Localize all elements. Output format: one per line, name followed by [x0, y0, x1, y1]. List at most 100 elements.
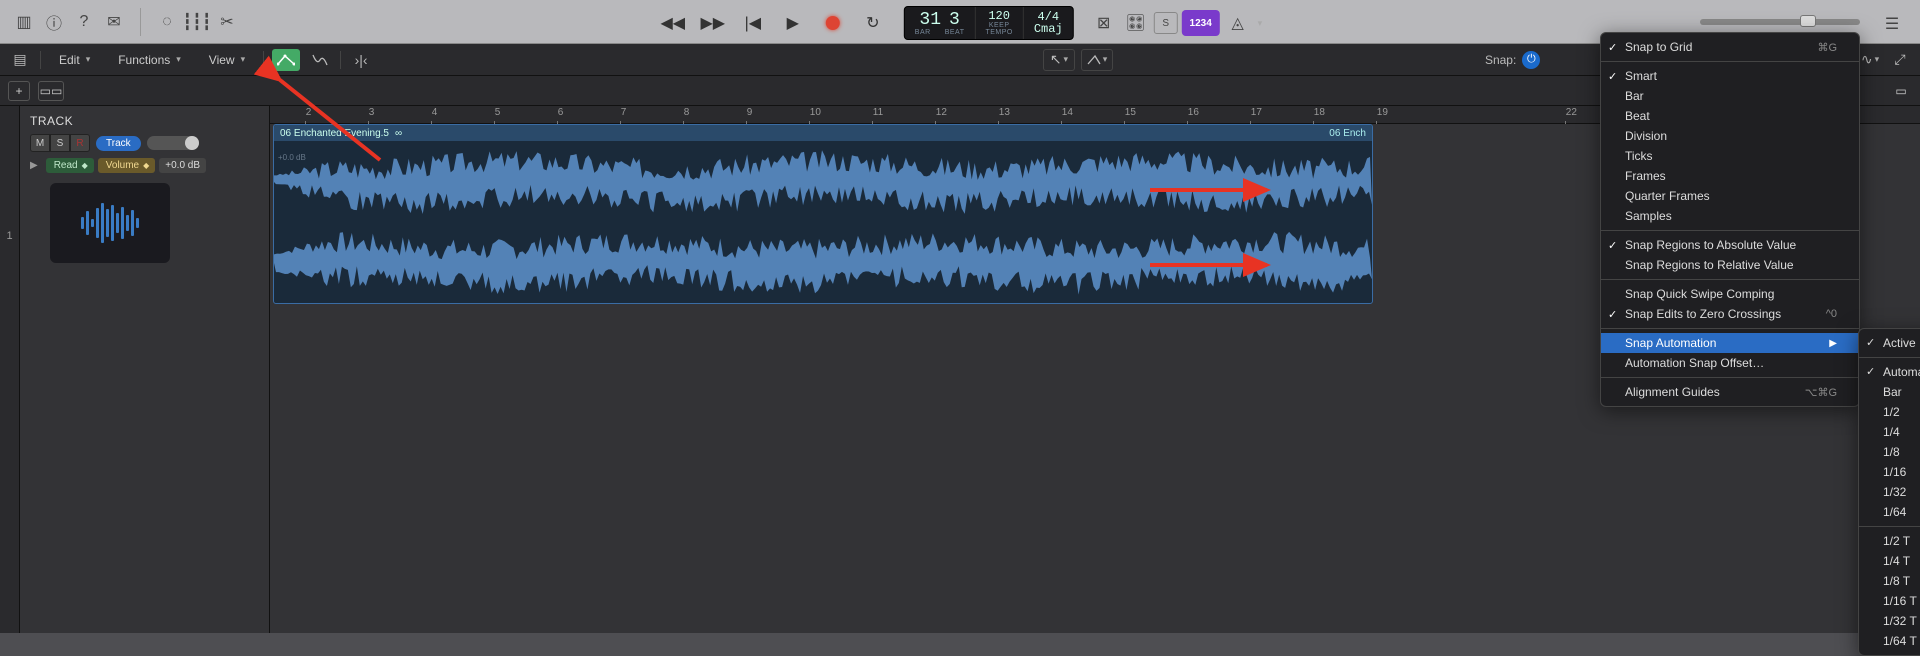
tuner-icon[interactable]: 🎛 — [1122, 9, 1150, 37]
metronome-2-icon[interactable]: ◬ — [1224, 9, 1252, 37]
submenu-item[interactable]: Bar — [1859, 382, 1920, 402]
catch-icon[interactable]: ›|‹ — [349, 49, 373, 71]
snap-menu[interactable]: Snap to Grid⌘G SmartBarBeatDivisionTicksF… — [1600, 32, 1860, 407]
submenu-item[interactable]: 1/16 T — [1859, 591, 1920, 611]
automation-toggle[interactable] — [272, 49, 300, 71]
solo-button[interactable]: S — [50, 134, 70, 152]
waveform-left — [274, 141, 1372, 222]
menu-item[interactable]: Ticks — [1601, 146, 1859, 166]
menu-item[interactable]: Snap Quick Swipe Comping — [1601, 284, 1859, 304]
waveform-right — [274, 222, 1372, 303]
library-icon[interactable]: ▥ — [10, 8, 38, 36]
submenu-item[interactable]: 1/32 T — [1859, 611, 1920, 631]
menu-item[interactable]: Automation Snap Offset… — [1601, 353, 1859, 373]
ruler-tick: 19 — [1377, 107, 1388, 118]
rewind-button[interactable]: ◀◀ — [656, 8, 690, 38]
mail-icon[interactable]: ✉ — [100, 8, 128, 36]
metronome-icon[interactable]: ◌ — [153, 8, 181, 36]
info-icon[interactable]: ⓘ — [40, 8, 68, 36]
lcd-key: Cmaj — [1034, 23, 1063, 35]
automation-param-select[interactable]: Volume◆ — [98, 158, 156, 173]
ruler-tick: 10 — [810, 107, 821, 118]
menu-item[interactable]: Quarter Frames — [1601, 186, 1859, 206]
snap-label: Snap: — [1485, 53, 1516, 67]
waveform-zoom-icon[interactable]: ∿▾ — [1858, 49, 1882, 71]
audio-region[interactable]: 06 Enchanted Evening.5 ∞ 06 Ench +0.0 dB — [273, 124, 1373, 304]
submenu-item[interactable]: 1/64 — [1859, 502, 1920, 522]
ruler-tick: 7 — [621, 107, 627, 118]
ruler-tick: 22 — [1566, 107, 1577, 118]
submenu-item[interactable]: 1/2 T — [1859, 531, 1920, 551]
menu-item[interactable]: Snap Regions to Relative Value — [1601, 255, 1859, 275]
menu-item[interactable]: Snap Automation▶ — [1601, 333, 1859, 353]
inspector-icon[interactable]: ▤ — [8, 49, 32, 71]
forward-button[interactable]: ▶▶ — [696, 8, 730, 38]
list-icon[interactable]: ☰ — [1878, 10, 1906, 38]
record-enable-button[interactable]: R — [70, 134, 90, 152]
menu-item[interactable]: Bar — [1601, 86, 1859, 106]
duplicate-track-button[interactable]: ▭▭ — [38, 81, 64, 101]
submenu-item[interactable]: 1/2 — [1859, 402, 1920, 422]
submenu-item[interactable]: 1/8 T — [1859, 571, 1920, 591]
submenu-item[interactable]: 1/4 T — [1859, 551, 1920, 571]
submenu-item[interactable]: 1/64 T — [1859, 631, 1920, 651]
menu-item[interactable]: Snap to Grid⌘G — [1601, 37, 1859, 57]
submenu-item[interactable]: Automatic — [1859, 362, 1920, 382]
mixer-icon[interactable]: ┇┇┇ — [183, 8, 211, 36]
lcd-display[interactable]: 31 3 BAR BEAT 120 KEEP TEMPO 4/4 Cmaj — [904, 6, 1074, 40]
submenu-item[interactable]: 1/4 — [1859, 422, 1920, 442]
region-loop-label: 06 Ench — [1329, 128, 1366, 139]
play-button[interactable]: ▶ — [776, 8, 810, 38]
pencil-tool[interactable]: ▾ — [1081, 49, 1113, 71]
mute-button[interactable]: M — [30, 134, 50, 152]
menu-item[interactable]: Samples — [1601, 206, 1859, 226]
submenu-item[interactable]: 1/32 — [1859, 482, 1920, 502]
track-header: 1 TRACK M S R Track ▶ Read◆ Volume◆ +0.0… — [0, 106, 270, 633]
count-in-button[interactable]: 1234 — [1182, 10, 1220, 36]
ruler-tick: 14 — [1062, 107, 1073, 118]
ruler-tick: 18 — [1314, 107, 1325, 118]
zoom-slider[interactable] — [1700, 19, 1860, 25]
menu-item[interactable]: Division — [1601, 126, 1859, 146]
menu-item[interactable]: Beat — [1601, 106, 1859, 126]
submenu-item[interactable]: 1/16 — [1859, 462, 1920, 482]
submenu-item[interactable]: Active — [1859, 333, 1920, 353]
menu-item[interactable]: Frames — [1601, 166, 1859, 186]
edit-menu[interactable]: Edit▾ — [49, 50, 100, 70]
lcd-beat: 3 — [949, 11, 960, 29]
menu-item[interactable]: Snap Edits to Zero Crossings^0 — [1601, 304, 1859, 324]
track-type-pill[interactable]: Track — [96, 136, 141, 151]
automation-value[interactable]: +0.0 dB — [159, 158, 206, 173]
solo-toggle[interactable]: S — [1154, 12, 1178, 34]
ruler-tick: 8 — [684, 107, 690, 118]
mute-solo-rec: M S R — [30, 134, 90, 152]
snap-automation-submenu[interactable]: Active AutomaticBar1/21/41/81/161/321/64 1… — [1858, 328, 1920, 656]
ruler-tick: 5 — [495, 107, 501, 118]
ruler-tick: 11 — [873, 107, 883, 118]
snap-power-button[interactable]: ⏻ — [1522, 51, 1540, 69]
chevron-down-icon[interactable]: ▾ — [1258, 18, 1263, 29]
replace-icon[interactable]: ⊠ — [1090, 9, 1118, 37]
ruler-tick: 4 — [432, 107, 438, 118]
functions-menu[interactable]: Functions▾ — [108, 50, 191, 70]
menu-item[interactable]: Snap Regions to Absolute Value — [1601, 235, 1859, 255]
stop-button[interactable]: |◀ — [736, 8, 770, 38]
menu-item[interactable]: Smart — [1601, 66, 1859, 86]
menu-item[interactable]: Alignment Guides⌥⌘G — [1601, 382, 1859, 402]
expand-icon[interactable]: ⤢ — [1888, 49, 1912, 71]
view-menu[interactable]: View▾ — [199, 50, 255, 70]
track-title: TRACK — [30, 114, 259, 128]
catch-playhead-icon[interactable]: ▭ — [1890, 81, 1912, 101]
help-icon[interactable]: ? — [70, 8, 98, 36]
disclosure-icon[interactable]: ▶ — [30, 160, 38, 171]
record-button[interactable] — [816, 8, 850, 38]
pointer-tool[interactable]: ↖ ▾ — [1043, 49, 1075, 71]
flex-toggle[interactable] — [308, 49, 332, 71]
cycle-button[interactable]: ↻ — [856, 8, 890, 38]
add-track-button[interactable]: + — [8, 81, 30, 101]
submenu-item[interactable]: 1/8 — [1859, 442, 1920, 462]
automation-mode-select[interactable]: Read◆ — [46, 158, 94, 173]
scissors-icon[interactable]: ✂ — [213, 8, 241, 36]
transport-controls: ◀◀ ▶▶ |◀ ▶ ↻ 31 3 BAR BEAT 120 KEEP TEMP… — [656, 6, 1264, 40]
track-pan-slider[interactable] — [147, 136, 199, 150]
